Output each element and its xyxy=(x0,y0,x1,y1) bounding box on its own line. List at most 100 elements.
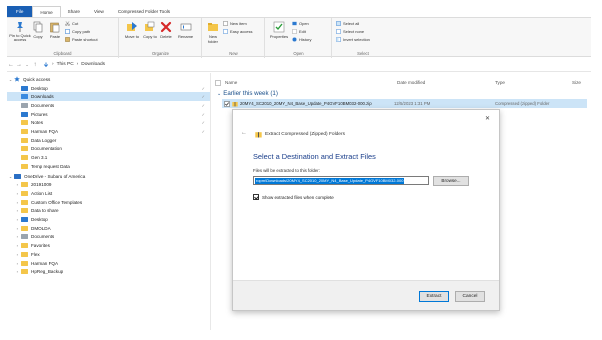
chevron-right-icon[interactable]: › xyxy=(7,252,21,257)
nav-onedrive-item[interactable]: › DMOLDA xyxy=(7,224,51,233)
nav-onedrive[interactable]: ⌄ OneDrive - Subaru of America xyxy=(7,172,85,181)
breadcrumb-downloads[interactable]: Downloads xyxy=(81,62,105,67)
close-icon[interactable]: ✕ xyxy=(485,115,490,122)
nav-quick-access-item[interactable]: Temp request Data xyxy=(7,162,210,171)
select-all-checkbox[interactable] xyxy=(215,80,221,86)
nav-quick-access[interactable]: ⌄ Quick access xyxy=(7,75,50,84)
organize-group-label: Organize xyxy=(152,51,169,56)
properties-check-icon xyxy=(273,21,285,33)
copy-to-button[interactable]: Copy to xyxy=(142,21,158,39)
cut-button[interactable]: Cut xyxy=(65,21,78,26)
pin-to-quick-access-button[interactable]: Pin to Quick access xyxy=(9,21,31,43)
extract-dialog: ✕ ← Extract Compressed (Zipped) Folders … xyxy=(232,109,500,311)
chevron-right-icon[interactable]: › xyxy=(7,217,21,222)
nav-quick-access-item[interactable]: Documents ✓ xyxy=(7,101,210,110)
browse-button[interactable]: Browse... xyxy=(433,176,469,186)
chevron-right-icon[interactable]: › xyxy=(7,208,21,213)
forward-arrow-icon[interactable]: → xyxy=(15,62,23,68)
chevron-right-icon[interactable]: › xyxy=(7,243,21,248)
destination-path-input[interactable]: ropm\Downloads\20MY4_SC2010_20MY_N4_Base… xyxy=(253,176,429,185)
paste-shortcut-button[interactable]: Paste shortcut xyxy=(65,37,98,42)
new-folder-icon xyxy=(208,23,218,31)
breadcrumb-this-pc[interactable]: This PC xyxy=(57,62,74,67)
chevron-right-icon[interactable]: › xyxy=(7,182,21,187)
extract-button[interactable]: Extract xyxy=(419,291,449,302)
copy-path-button[interactable]: Copy path xyxy=(65,29,90,34)
destination-path-text: ropm\Downloads\20MY4_SC2010_20MY_N4_Base… xyxy=(255,178,405,184)
destination-label: Files will be extracted to this folder: xyxy=(253,168,320,173)
tab-compressed-folder-tools[interactable]: Compressed Folder Tools xyxy=(111,6,177,17)
easy-access-button[interactable]: Easy access xyxy=(223,29,252,34)
folder-icon xyxy=(21,94,28,100)
nav-onedrive-item[interactable]: › Favorites xyxy=(7,241,50,250)
navigation-pane: ⌄ Quick access Desktop ✓ Downloads ✓ Documen… xyxy=(7,73,211,330)
recent-locations-chevron-icon[interactable]: ⌄ xyxy=(23,62,31,67)
nav-onedrive-item[interactable]: › Harman FQA xyxy=(7,259,58,268)
show-extracted-files-checkbox[interactable]: Show extracted files when complete xyxy=(253,194,334,200)
nav-onedrive-item[interactable]: › 20191009 xyxy=(7,180,51,189)
folder-icon xyxy=(21,146,28,152)
chevron-right-icon[interactable]: › xyxy=(7,261,21,266)
select-none-button[interactable]: Select none xyxy=(336,29,364,34)
chevron-right-icon[interactable]: › xyxy=(7,200,21,205)
nav-quick-access-item[interactable]: Documentation xyxy=(7,145,210,154)
edit-button[interactable]: Edit xyxy=(292,29,306,34)
tab-share[interactable]: Share xyxy=(61,6,87,17)
rename-button[interactable]: Rename xyxy=(178,21,193,39)
nav-quick-access-item[interactable]: Harman FQA ✓ xyxy=(7,127,210,136)
column-header-size[interactable]: Size xyxy=(572,80,581,85)
group-header[interactable]: ⌄ Earlier this week (1) xyxy=(217,90,278,97)
up-arrow-icon[interactable]: ↑ xyxy=(31,62,39,68)
copy-button[interactable]: Copy xyxy=(32,21,44,39)
nav-quick-access-item[interactable]: Notes ✓ xyxy=(7,119,210,128)
tab-home[interactable]: Home xyxy=(32,6,61,17)
back-arrow-icon[interactable]: ← xyxy=(7,62,15,68)
history-button[interactable]: History xyxy=(292,37,311,42)
new-item-button[interactable]: New item xyxy=(223,21,247,26)
column-header-date[interactable]: Date modified xyxy=(397,80,425,85)
cancel-button[interactable]: Cancel xyxy=(455,291,485,302)
folder-icon xyxy=(21,269,28,275)
tab-file[interactable]: File xyxy=(7,6,33,17)
folder-icon xyxy=(21,225,28,231)
chevron-down-icon[interactable]: ⌄ xyxy=(217,91,221,97)
column-header-type[interactable]: Type xyxy=(495,80,505,85)
select-all-button[interactable]: Select all xyxy=(336,21,359,26)
row-checkbox-checked[interactable] xyxy=(224,100,230,107)
pin-icon: ✓ xyxy=(201,111,205,117)
copy-icon xyxy=(33,21,43,33)
chevron-right-icon[interactable]: › xyxy=(7,191,21,196)
chevron-right-icon[interactable]: › xyxy=(7,226,21,231)
properties-button[interactable]: Properties xyxy=(269,21,289,39)
nav-quick-access-item[interactable]: Downloads ✓ xyxy=(7,92,210,102)
nav-quick-access-item[interactable]: Pictures ✓ xyxy=(7,110,210,119)
move-to-icon xyxy=(127,22,137,31)
nav-onedrive-item[interactable]: › Custom Office Templates xyxy=(7,198,82,207)
chevron-right-icon[interactable]: › xyxy=(7,234,21,239)
nav-onedrive-item[interactable]: › HpReg_Backup xyxy=(7,267,63,276)
nav-onedrive-item[interactable]: › Desktop xyxy=(7,215,48,224)
nav-onedrive-item[interactable]: › Documents xyxy=(7,233,54,242)
delete-button[interactable]: Delete xyxy=(160,21,172,39)
nav-quick-access-item[interactable]: Desktop ✓ xyxy=(7,84,210,93)
back-arrow-icon[interactable]: ← xyxy=(241,130,247,136)
folder-icon xyxy=(21,155,28,161)
breadcrumb[interactable]: › This PC › Downloads xyxy=(43,62,108,68)
tab-view[interactable]: View xyxy=(87,6,111,17)
nav-onedrive-item[interactable]: › Data to share xyxy=(7,207,59,216)
nav-quick-access-item[interactable]: Data Logger xyxy=(7,136,210,145)
paste-button[interactable]: Paste xyxy=(49,21,61,39)
chevron-down-icon[interactable]: ⌄ xyxy=(7,77,14,82)
chevron-right-icon[interactable]: › xyxy=(7,269,21,274)
nav-onedrive-item[interactable]: › Action List xyxy=(7,189,52,198)
column-header-name[interactable]: Name xyxy=(225,80,237,85)
open-button[interactable]: Open xyxy=(292,21,309,26)
move-to-button[interactable]: Move to xyxy=(124,21,140,39)
file-row[interactable]: 20MY4_SC2010_20MY_N4_Base_Update_P4GVF10… xyxy=(222,99,587,108)
nav-onedrive-item[interactable]: › Flex xyxy=(7,250,40,259)
invert-selection-button[interactable]: Invert selection xyxy=(336,37,370,42)
new-folder-button[interactable]: New folder xyxy=(206,21,220,44)
checkbox-checked[interactable] xyxy=(253,194,259,200)
nav-quick-access-item[interactable]: Gen 3.1 xyxy=(7,153,210,162)
chevron-down-icon[interactable]: ⌄ xyxy=(7,174,14,179)
